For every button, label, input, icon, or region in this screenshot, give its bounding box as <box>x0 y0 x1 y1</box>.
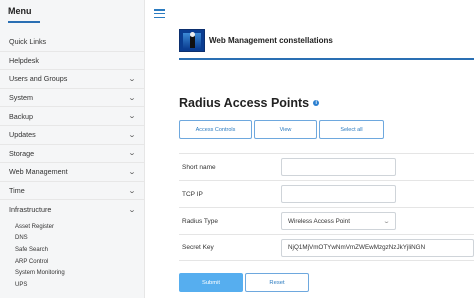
sidebar-item-system[interactable]: System ⌄ <box>0 89 144 108</box>
radius-type-value: Wireless Access Point <box>288 217 350 225</box>
short-name-label: Short name <box>182 163 216 171</box>
sidebar: Menu Quick Links Helpdesk Users and Grou… <box>0 0 145 298</box>
chevron-down-icon: ⌄ <box>127 75 137 83</box>
radius-type-label: Radius Type <box>182 217 219 225</box>
chevron-down-icon: ⌄ <box>127 150 137 158</box>
sidebar-item-label: System <box>9 93 33 103</box>
banner-title: Web Management constellations <box>209 36 333 45</box>
tcp-ip-label: TCP IP <box>182 190 203 198</box>
app-logo <box>179 29 205 52</box>
submit-button[interactable]: Submit <box>179 273 243 292</box>
chevron-down-icon: ⌄ <box>382 218 391 225</box>
radius-form: Short name TCP IP Radius Type Wireless A… <box>179 153 474 261</box>
sidebar-subitem-asset-register[interactable]: Asset Register <box>0 221 144 233</box>
chevron-down-icon: ⌄ <box>127 131 137 139</box>
sidebar-subitem-safe-search[interactable]: Safe Search <box>0 244 144 256</box>
radius-type-select[interactable]: Wireless Access Point ⌄ <box>281 212 396 230</box>
view-button[interactable]: View <box>254 120 317 139</box>
hamburger-bar <box>154 12 165 15</box>
sidebar-item-label: Infrastructure <box>9 205 52 215</box>
sidebar-item-time[interactable]: Time ⌄ <box>0 182 144 201</box>
reset-button[interactable]: Reset <box>245 273 309 292</box>
chevron-down-icon: ⌄ <box>127 168 137 176</box>
secret-key-label: Secret Key <box>182 244 214 251</box>
menu-underline <box>8 21 40 23</box>
sidebar-item-label: Helpdesk <box>9 55 39 65</box>
secret-key-input[interactable]: NjQ1MjVmOTYwNmVmZWEwMzgzNzJkYjliNGN <box>281 238 474 257</box>
sidebar-subitem-arp-control[interactable]: ARP Control <box>0 256 144 268</box>
chevron-down-icon: ⌄ <box>127 206 137 214</box>
sidebar-item-label: Web Management <box>9 167 68 177</box>
sidebar-item-web-management[interactable]: Web Management ⌄ <box>0 163 144 182</box>
form-row-radius-type: Radius Type Wireless Access Point ⌄ <box>179 207 474 234</box>
logo-head <box>190 32 195 37</box>
sidebar-item-label: Time <box>9 186 25 196</box>
sidebar-item-infrastructure[interactable]: Infrastructure ⌄ <box>0 200 144 219</box>
sidebar-item-updates[interactable]: Updates ⌄ <box>0 126 144 145</box>
hamburger-bar <box>154 9 165 11</box>
form-row-tcp-ip: TCP IP <box>179 180 474 207</box>
sidebar-item-label: Updates <box>9 130 36 140</box>
form-row-short-name: Short name <box>179 153 474 180</box>
sidebar-item-label: Users and Groups <box>9 74 68 84</box>
chevron-down-icon: ⌄ <box>127 187 137 195</box>
sidebar-item-label: Storage <box>9 148 35 158</box>
info-icon[interactable]: i <box>313 100 320 106</box>
short-name-input[interactable] <box>281 158 396 176</box>
select-all-button[interactable]: Select all <box>319 120 384 139</box>
sidebar-item-backup[interactable]: Backup ⌄ <box>0 107 144 126</box>
sidebar-item-label: Backup <box>9 111 33 121</box>
chevron-down-icon: ⌄ <box>127 113 137 121</box>
banner-divider <box>179 58 474 60</box>
tcp-ip-input[interactable] <box>281 185 396 203</box>
sidebar-item-storage[interactable]: Storage ⌄ <box>0 145 144 164</box>
sidebar-item-label: Quick Links <box>9 37 47 47</box>
sidebar-item-helpdesk[interactable]: Helpdesk <box>0 52 144 71</box>
hamburger-menu-icon[interactable] <box>154 9 165 18</box>
chevron-down-icon: ⌄ <box>127 94 137 102</box>
form-row-secret-key: Secret Key NjQ1MjVmOTYwNmVmZWEwMzgzNzJkY… <box>179 234 474 261</box>
sidebar-item-quick-links[interactable]: Quick Links <box>0 33 144 52</box>
sidebar-subitem-ups[interactable]: UPS <box>0 279 144 291</box>
access-controls-button[interactable]: Access Controls <box>179 120 252 139</box>
hamburger-bar <box>154 16 165 18</box>
page-title-text: Radius Access Points <box>179 96 310 110</box>
sidebar-item-users-and-groups[interactable]: Users and Groups ⌄ <box>0 70 144 89</box>
sidebar-subitem-dns[interactable]: DNS <box>0 233 144 245</box>
page-title: Radius Access Points i <box>179 96 320 110</box>
sidebar-subitem-system-monitoring[interactable]: System Monitoring <box>0 267 144 279</box>
